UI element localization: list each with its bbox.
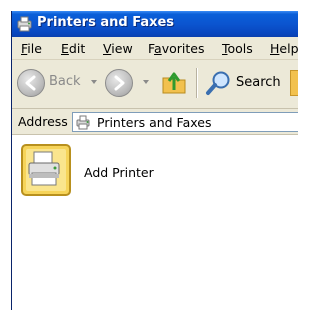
menu-file[interactable]: File xyxy=(21,41,42,56)
forward-arrow-icon[interactable] xyxy=(105,69,133,97)
printers-folder-icon xyxy=(76,115,90,130)
back-arrow-icon[interactable] xyxy=(17,69,45,97)
file-list-pane: Add Printer xyxy=(12,135,298,310)
address-bar: Address Printers and Faxes xyxy=(12,109,298,135)
menu-edit[interactable]: Edit xyxy=(61,41,85,56)
up-folder-icon[interactable] xyxy=(160,68,188,96)
address-field[interactable]: Printers and Faxes xyxy=(72,112,298,132)
back-button-label[interactable]: Back xyxy=(49,74,81,89)
forward-dropdown-icon[interactable] xyxy=(143,80,149,84)
menu-tools[interactable]: Tools xyxy=(222,41,253,56)
standard-toolbar: Back Search xyxy=(12,60,298,109)
address-value[interactable]: Printers and Faxes xyxy=(97,115,211,130)
window-title: Printers and Faxes xyxy=(37,15,175,30)
address-label: Address xyxy=(18,114,68,129)
add-printer-icon[interactable] xyxy=(20,143,72,197)
toolbar-separator xyxy=(196,68,198,98)
back-dropdown-icon[interactable] xyxy=(91,80,97,84)
search-magnifier-icon[interactable] xyxy=(204,68,234,98)
menu-favorites[interactable]: Favorites xyxy=(148,41,204,56)
item-label-add-printer[interactable]: Add Printer xyxy=(84,165,154,180)
list-item[interactable]: Add Printer xyxy=(20,143,240,199)
menu-help[interactable]: Help xyxy=(270,41,298,56)
printers-folder-icon xyxy=(17,16,32,32)
folders-icon[interactable] xyxy=(290,70,298,96)
title-bar[interactable]: Printers and Faxes xyxy=(12,11,298,37)
menu-bar: File Edit View Favorites Tools Help xyxy=(12,37,298,60)
search-button-label[interactable]: Search xyxy=(236,75,281,90)
explorer-window: Printers and Faxes File Edit View Favori… xyxy=(11,11,298,310)
menu-view[interactable]: View xyxy=(103,41,133,56)
